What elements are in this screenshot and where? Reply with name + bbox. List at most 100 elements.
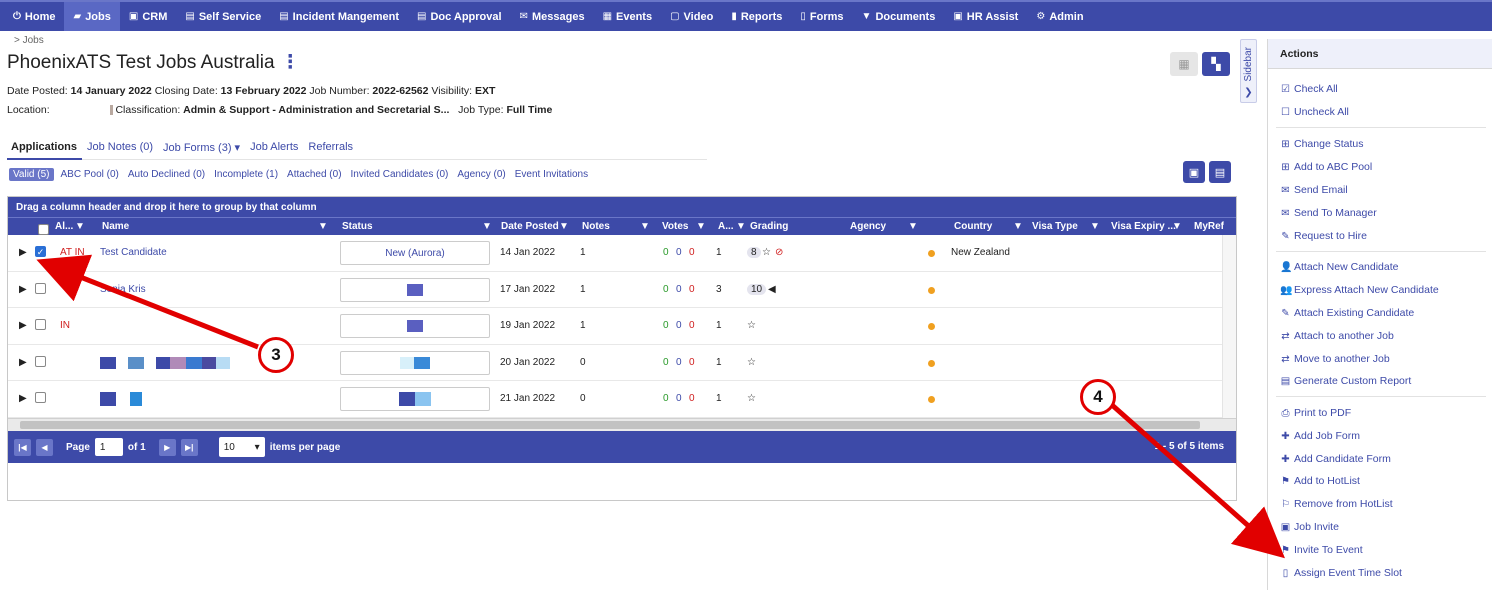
action-attach-new-candidate[interactable]: 👤 Attach New Candidate xyxy=(1280,261,1398,273)
export-pdf-button[interactable]: ▤ xyxy=(1209,161,1231,183)
action-attach-existing[interactable]: ✎ Attach Existing Candidate xyxy=(1280,307,1414,319)
group-drop-zone[interactable]: Drag a column header and drop it here to… xyxy=(8,197,1236,217)
action-add-candidate-form[interactable]: ✚ Add Candidate Form xyxy=(1280,453,1391,465)
nav-reports[interactable]: ▮ Reports xyxy=(722,2,791,31)
star-icon[interactable]: ☆ xyxy=(747,320,756,331)
nav-home[interactable]: ⏻ Home xyxy=(4,2,64,31)
star-icon[interactable]: ☆ xyxy=(747,393,756,404)
header-visa-expiry[interactable]: Visa Expiry ... xyxy=(1111,221,1176,232)
action-job-invite[interactable]: ▣ Job Invite xyxy=(1280,521,1339,533)
subtab-agency[interactable]: Agency (0) xyxy=(455,168,507,181)
action-move-another-job[interactable]: ⇄ Move to another Job xyxy=(1280,353,1389,365)
subtab-auto-declined[interactable]: Auto Declined (0) xyxy=(126,168,207,181)
star-icon[interactable]: ☆ xyxy=(747,357,756,368)
action-print-pdf[interactable]: ⎙ Print to PDF xyxy=(1280,407,1352,419)
row-checkbox[interactable]: ✓ xyxy=(35,246,46,258)
subtab-event-invitations[interactable]: Event Invitations xyxy=(513,168,590,181)
prev-page-button[interactable]: ◀ xyxy=(36,438,53,456)
nav-jobs[interactable]: ▰ Jobs xyxy=(64,2,120,31)
status-dropdown[interactable] xyxy=(340,314,490,339)
action-add-job-form[interactable]: ✚ Add Job Form xyxy=(1280,430,1360,442)
tab-job-forms[interactable]: Job Forms (3) ▾ xyxy=(158,141,245,160)
header-alert[interactable]: Al... xyxy=(55,221,73,232)
subtab-attached[interactable]: Attached (0) xyxy=(285,168,343,181)
row-checkbox[interactable] xyxy=(35,282,46,297)
table-row[interactable]: ▶ 20 Jan 2022 0 0 0 0 1 ☆ xyxy=(8,345,1222,382)
filter-icon[interactable]: ▼ xyxy=(1090,221,1100,232)
filter-icon[interactable]: ▼ xyxy=(640,221,650,232)
header-date-posted[interactable]: Date Posted xyxy=(501,221,559,232)
tab-job-alerts[interactable]: Job Alerts xyxy=(245,141,303,160)
nav-forms[interactable]: ▯ Forms xyxy=(791,2,852,31)
action-assign-time-slot[interactable]: ▯ Assign Event Time Slot xyxy=(1280,567,1402,579)
nav-crm[interactable]: ▣ CRM xyxy=(120,2,177,31)
candidate-name-link[interactable]: Test Candidate xyxy=(100,247,167,258)
filter-icon[interactable]: ▼ xyxy=(318,221,328,232)
export-excel-button[interactable]: ▣ xyxy=(1183,161,1205,183)
table-row[interactable]: ▶ 21 Jan 2022 0 0 0 0 1 ☆ xyxy=(8,381,1222,418)
expand-row-icon[interactable]: ▶ xyxy=(19,320,27,331)
action-uncheck-all[interactable]: ☐ Uncheck All xyxy=(1280,106,1349,118)
page-input[interactable]: 1 xyxy=(94,438,123,456)
header-grading[interactable]: Grading xyxy=(750,221,788,232)
action-invite-to-event[interactable]: ⚑ Invite To Event xyxy=(1280,544,1363,556)
action-add-hotlist[interactable]: ⚑ Add to HotList xyxy=(1280,475,1360,487)
row-checkbox[interactable] xyxy=(35,355,46,370)
select-all-checkbox[interactable] xyxy=(38,224,49,235)
row-checkbox[interactable] xyxy=(35,392,46,406)
nav-video[interactable]: ▢ Video xyxy=(661,2,722,31)
tab-applications[interactable]: Applications xyxy=(7,141,83,160)
first-page-button[interactable]: |◀ xyxy=(14,438,31,456)
filter-icon[interactable]: ▼ xyxy=(1172,221,1182,232)
horizontal-scrollbar[interactable] xyxy=(8,418,1236,431)
header-notes[interactable]: Notes xyxy=(582,221,610,232)
filter-icon[interactable]: ▼ xyxy=(75,221,85,232)
action-express-attach[interactable]: 👥 Express Attach New Candidate xyxy=(1280,284,1439,296)
nav-admin[interactable]: ⚙ Admin xyxy=(1027,2,1092,31)
tab-referrals[interactable]: Referrals xyxy=(303,141,358,160)
table-row[interactable]: ▶ IN 19 Jan 2022 1 0 0 0 1 ☆ xyxy=(8,308,1222,345)
breadcrumb[interactable]: > Jobs xyxy=(14,35,44,46)
action-generate-report[interactable]: ▤ Generate Custom Report xyxy=(1280,375,1412,387)
nav-doc-approval[interactable]: ▤ Doc Approval xyxy=(408,2,511,31)
header-country[interactable]: Country xyxy=(954,221,992,232)
action-check-all[interactable]: ☑ Check All xyxy=(1280,83,1338,95)
filter-icon[interactable]: ▼ xyxy=(559,221,569,232)
header-votes[interactable]: Votes xyxy=(662,221,689,232)
subtab-incomplete[interactable]: Incomplete (1) xyxy=(212,168,280,181)
status-dropdown[interactable] xyxy=(340,277,490,302)
tile-view-button[interactable]: ▚ xyxy=(1202,52,1230,76)
filter-icon[interactable]: ▼ xyxy=(736,221,746,232)
expand-row-icon[interactable]: ▶ xyxy=(19,247,27,258)
action-send-email[interactable]: ✉ Send Email xyxy=(1280,184,1347,196)
page-size-select[interactable]: 10 ▾ xyxy=(218,437,265,457)
table-row[interactable]: ▶ Sonia Kris 17 Jan 2022 1 0 0 0 3 10 ◀ xyxy=(8,272,1222,309)
last-page-button[interactable]: ▶| xyxy=(180,438,198,456)
grid-view-button[interactable]: ▦ xyxy=(1170,52,1198,76)
header-status[interactable]: Status xyxy=(342,221,373,232)
expand-row-icon[interactable]: ▶ xyxy=(19,393,27,404)
action-request-to-hire[interactable]: ✎ Request to Hire xyxy=(1280,230,1367,242)
nav-incident-management[interactable]: ▤ Incident Mangement xyxy=(270,2,408,31)
status-dropdown[interactable] xyxy=(340,350,490,375)
header-name[interactable]: Name xyxy=(102,221,129,232)
nav-events[interactable]: ▦ Events xyxy=(594,2,662,31)
nav-hr-assist[interactable]: ▣ HR Assist xyxy=(944,2,1027,31)
candidate-name-link[interactable]: Sonia Kris xyxy=(100,284,146,295)
action-remove-hotlist[interactable]: ⚐ Remove from HotList xyxy=(1280,498,1393,510)
star-icon[interactable]: ☆ xyxy=(762,247,771,258)
action-change-status[interactable]: ⊞ Change Status xyxy=(1280,138,1363,150)
filter-icon[interactable]: ▼ xyxy=(1013,221,1023,232)
action-attach-another-job[interactable]: ⇄ Attach to another Job xyxy=(1280,330,1394,342)
nav-self-service[interactable]: ▤ Self Service xyxy=(176,2,270,31)
filter-icon[interactable]: ▼ xyxy=(696,221,706,232)
expand-row-icon[interactable]: ▶ xyxy=(19,284,27,295)
action-send-to-manager[interactable]: ✉ Send To Manager xyxy=(1280,207,1376,219)
subtab-abc-pool[interactable]: ABC Pool (0) xyxy=(59,168,121,181)
next-page-button[interactable]: ▶ xyxy=(158,438,176,456)
nav-messages[interactable]: ✉ Messages xyxy=(511,2,594,31)
filter-icon[interactable]: ▼ xyxy=(482,221,492,232)
row-checkbox[interactable] xyxy=(35,319,46,333)
more-options-icon[interactable]: ⋮ xyxy=(281,52,300,73)
header-agency[interactable]: Agency xyxy=(850,221,886,232)
